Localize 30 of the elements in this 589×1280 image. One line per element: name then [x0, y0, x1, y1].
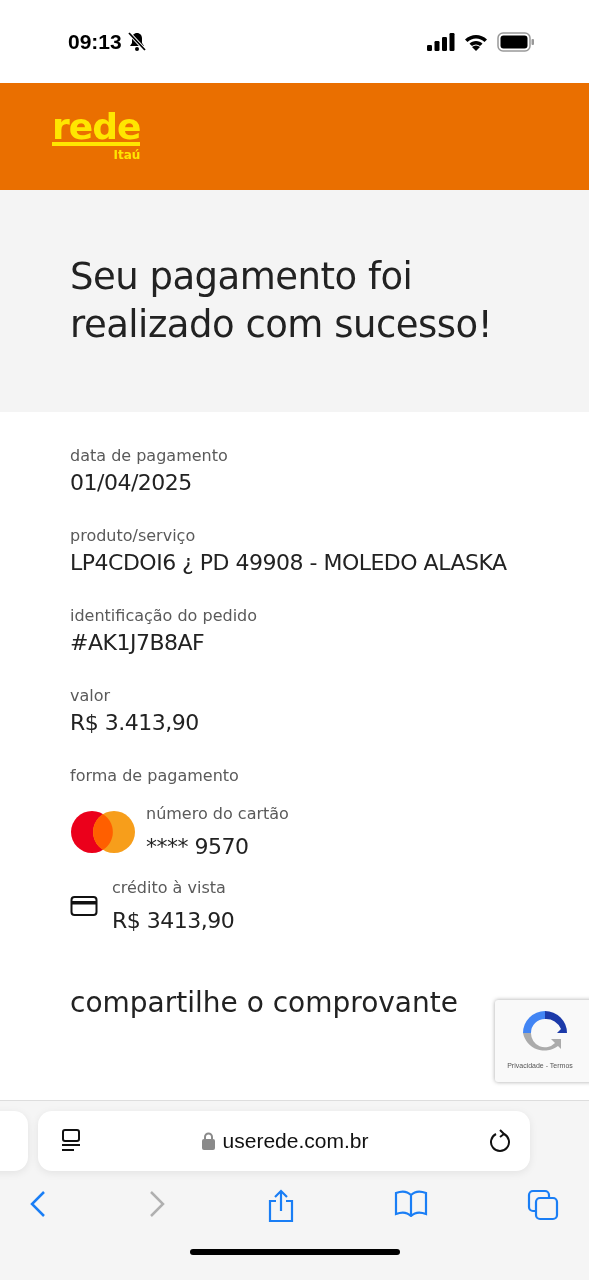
reload-icon[interactable] [488, 1128, 512, 1154]
field-value: **** 9570 [146, 833, 250, 861]
share-button[interactable] [266, 1189, 295, 1223]
field-label: produto/serviço [70, 525, 197, 547]
battery-icon [497, 31, 535, 52]
field-label: valor [70, 685, 112, 707]
field-value: R$ 3413,90 [112, 907, 235, 935]
signal-icon [427, 32, 455, 51]
wifi-icon [463, 32, 489, 51]
address-bar[interactable]: userede.com.br [38, 1111, 530, 1171]
field-value: R$ 3.413,90 [70, 709, 200, 737]
tabs-button[interactable] [527, 1189, 559, 1223]
field-label: data de pagamento [70, 445, 229, 467]
field-label: identificação do pedido [70, 605, 259, 627]
status-time: 09:13 [68, 29, 122, 54]
field-label: forma de pagamento [70, 765, 240, 787]
field-label: número do cartão [146, 803, 289, 825]
url-text[interactable]: userede.com.br [201, 1129, 369, 1153]
logo-text: rede [52, 111, 141, 146]
field-value: #AK1J7B8AF [70, 629, 206, 657]
section-heading: compartilhe o comprovante [70, 986, 459, 1019]
credit-card-icon [70, 895, 98, 917]
lock-icon [201, 1132, 215, 1150]
logo-subtext: Itaú [113, 147, 141, 162]
success-title: Seu pagamento foi realizado com sucesso! [70, 254, 493, 348]
field-label: crédito à vista [112, 877, 227, 899]
reader-icon[interactable] [60, 1129, 82, 1153]
field-value: 01/04/2025 [70, 469, 193, 497]
card-brand-icon [70, 810, 136, 854]
field-value: LP4CDOI6 ¿ PD 49908 - MOLEDO ALASKA [70, 549, 508, 577]
